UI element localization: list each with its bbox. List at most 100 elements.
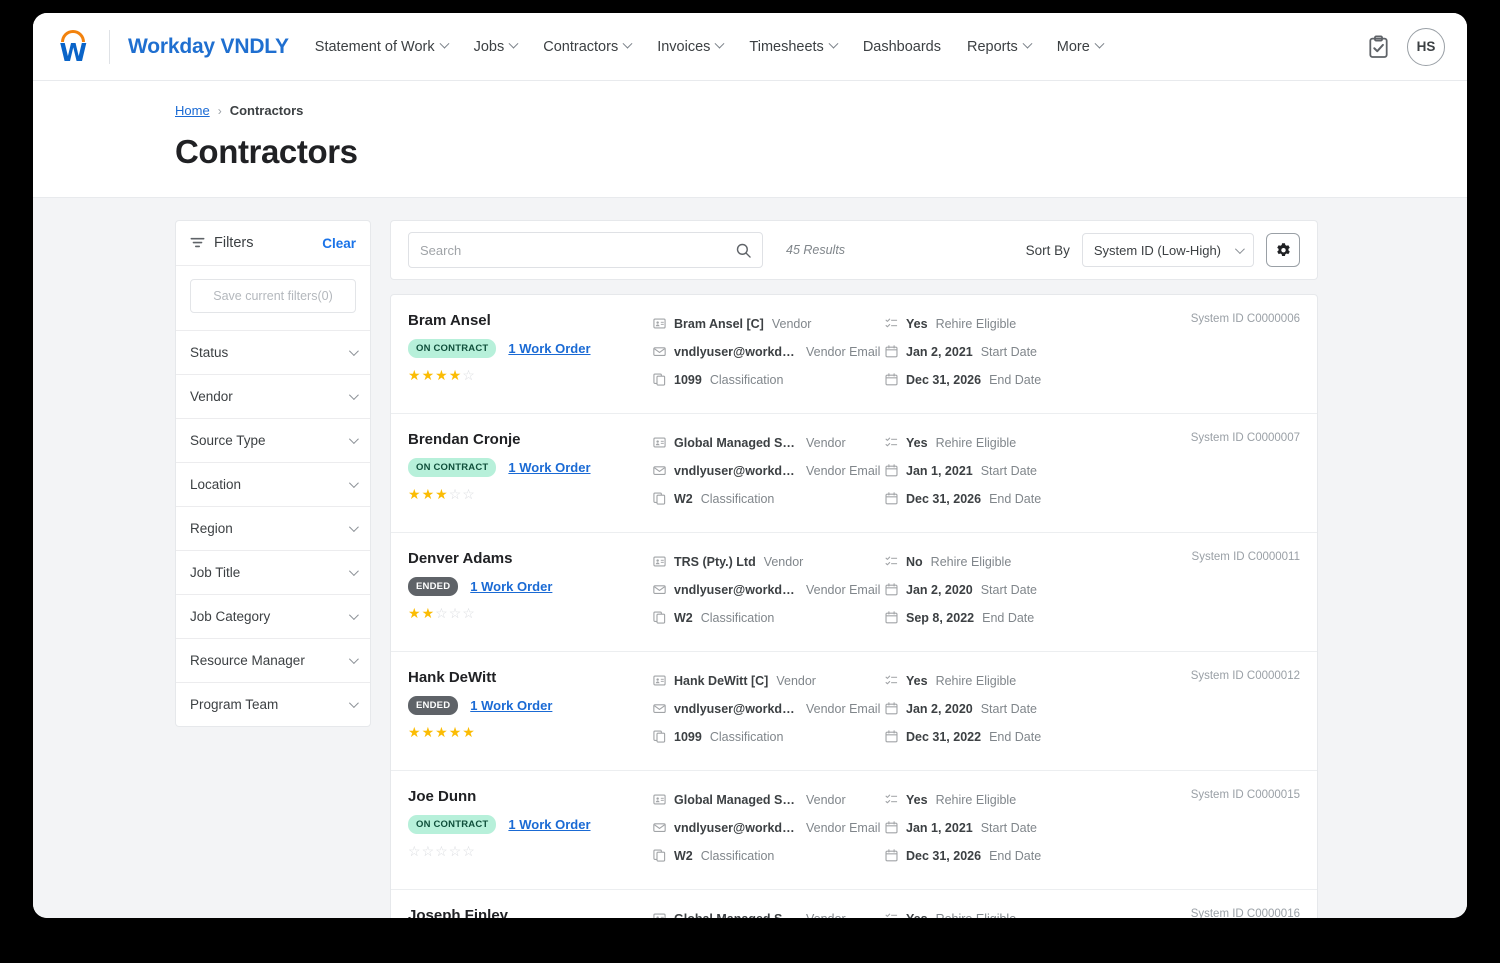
star-icon[interactable]: ☆ xyxy=(449,487,462,501)
clipboard-check-icon[interactable] xyxy=(1368,35,1389,59)
contractor-row[interactable]: Hank DeWitt ENDED 1 Work Order ★ ★ ★ ★ ★ Hank De… xyxy=(391,652,1317,771)
star-icon[interactable]: ★ xyxy=(449,368,462,382)
rating-stars[interactable]: ★ ★ ☆ ☆ ☆ xyxy=(408,606,653,620)
contractor-name[interactable]: Bram Ansel xyxy=(408,312,653,329)
start-date: Jan 2, 2020 Start Date xyxy=(885,697,1135,720)
contractor-name[interactable]: Brendan Cronje xyxy=(408,431,653,448)
contractor-name[interactable]: Hank DeWitt xyxy=(408,669,653,686)
avatar[interactable]: HS xyxy=(1407,27,1445,66)
contractor-name[interactable]: Joe Dunn xyxy=(408,788,653,805)
filter-group-source-type[interactable]: Source Type xyxy=(176,419,370,463)
filter-group-job-title[interactable]: Job Title xyxy=(176,551,370,595)
star-icon[interactable]: ★ xyxy=(422,368,435,382)
calendar-icon xyxy=(885,730,898,743)
page-body: Filters Clear Save current filters(0) St… xyxy=(33,198,1467,918)
nav-item-reports[interactable]: Reports xyxy=(967,39,1033,55)
classification-value: W2 xyxy=(674,848,693,863)
contractor-row[interactable]: Bram Ansel ON CONTRACT 1 Work Order ★ ★ ★ ★ ☆ Br… xyxy=(391,295,1317,414)
sort-by-select[interactable]: System ID (Low-High) xyxy=(1081,233,1254,267)
star-icon[interactable]: ★ xyxy=(435,368,448,382)
filter-group-region[interactable]: Region xyxy=(176,507,370,551)
star-icon[interactable]: ☆ xyxy=(462,368,475,382)
star-icon[interactable]: ☆ xyxy=(435,606,448,620)
rating-stars[interactable]: ★ ★ ★ ★ ★ xyxy=(408,725,653,739)
nav-item-statement-of-work[interactable]: Statement of Work xyxy=(315,38,450,55)
brand-title[interactable]: Workday VNDLY xyxy=(128,35,289,59)
rehire-eligible-icon xyxy=(885,437,898,447)
filter-group-label: Job Category xyxy=(190,609,271,624)
work-order-link[interactable]: 1 Work Order xyxy=(508,341,590,356)
star-icon[interactable]: ★ xyxy=(435,725,448,739)
nav-item-jobs[interactable]: Jobs xyxy=(474,39,519,55)
contractor-vendor-info: Hank DeWitt [C] Vendor vndlyuser@workdayd…… xyxy=(653,669,885,753)
filter-group-job-category[interactable]: Job Category xyxy=(176,595,370,639)
star-icon[interactable]: ★ xyxy=(408,368,421,382)
breadcrumb-home[interactable]: Home xyxy=(175,103,210,118)
star-icon[interactable]: ★ xyxy=(422,725,435,739)
search-box[interactable] xyxy=(408,232,763,268)
vendor-email-label: Vendor Email xyxy=(806,344,881,359)
star-icon[interactable]: ☆ xyxy=(462,487,475,501)
vendor-email-label: Vendor Email xyxy=(806,820,881,835)
star-icon[interactable]: ☆ xyxy=(462,606,475,620)
nav-right-actions: HS xyxy=(1368,27,1445,66)
search-icon[interactable] xyxy=(736,243,751,258)
star-icon[interactable]: ★ xyxy=(449,725,462,739)
work-order-link[interactable]: 1 Work Order xyxy=(470,579,552,594)
star-icon[interactable]: ★ xyxy=(422,487,435,501)
star-icon[interactable]: ☆ xyxy=(462,844,475,858)
star-icon[interactable]: ★ xyxy=(408,487,421,501)
star-icon[interactable]: ☆ xyxy=(449,844,462,858)
vendor-id-icon xyxy=(653,913,666,918)
vendor-value: Bram Ansel [C] xyxy=(674,316,764,331)
star-icon[interactable]: ☆ xyxy=(435,844,448,858)
nav-item-dashboards[interactable]: Dashboards xyxy=(863,39,941,55)
rehire-eligible-label: Rehire Eligible xyxy=(935,792,1017,807)
work-order-link[interactable]: 1 Work Order xyxy=(470,698,552,713)
contractor-name[interactable]: Denver Adams xyxy=(408,550,653,567)
work-order-link[interactable]: 1 Work Order xyxy=(508,460,590,475)
rating-stars[interactable]: ☆ ☆ ☆ ☆ ☆ xyxy=(408,844,653,858)
filter-group-label: Program Team xyxy=(190,697,279,712)
clear-filters-link[interactable]: Clear xyxy=(322,236,356,251)
filter-group-program-team[interactable]: Program Team xyxy=(176,683,370,726)
nav-item-invoices[interactable]: Invoices xyxy=(657,39,725,55)
workday-logo[interactable]: W xyxy=(51,29,95,65)
star-icon[interactable]: ★ xyxy=(408,606,421,620)
star-icon[interactable]: ☆ xyxy=(422,844,435,858)
contractor-name[interactable]: Joseph Finley xyxy=(408,907,653,918)
start-date-value: Jan 1, 2021 xyxy=(906,463,973,478)
rating-stars[interactable]: ★ ★ ★ ☆ ☆ xyxy=(408,487,653,501)
system-id: System ID C0000007 xyxy=(1190,432,1300,444)
filter-group-status[interactable]: Status xyxy=(176,331,370,375)
work-order-link[interactable]: 1 Work Order xyxy=(508,817,590,832)
nav-item-timesheets[interactable]: Timesheets xyxy=(749,39,839,55)
end-date-label: End Date xyxy=(989,729,1042,744)
star-icon[interactable]: ★ xyxy=(408,725,421,739)
search-input[interactable] xyxy=(420,242,728,258)
star-icon[interactable]: ★ xyxy=(422,606,435,620)
star-icon[interactable]: ★ xyxy=(435,487,448,501)
nav-item-contractors[interactable]: Contractors xyxy=(543,39,633,55)
star-icon[interactable]: ☆ xyxy=(408,844,421,858)
contractor-row[interactable]: Denver Adams ENDED 1 Work Order ★ ★ ☆ ☆ ☆ TRS (P… xyxy=(391,533,1317,652)
filter-group-location[interactable]: Location xyxy=(176,463,370,507)
star-icon[interactable]: ☆ xyxy=(449,606,462,620)
chevron-down-icon xyxy=(439,38,450,49)
contractor-row[interactable]: Brendan Cronje ON CONTRACT 1 Work Order ★ ★ ★… xyxy=(391,414,1317,533)
contractor-vendor-info: Global Managed StaffingVendorvndlyuser@w… xyxy=(653,907,885,918)
page-header: Home › Contractors Contractors xyxy=(33,81,1467,198)
vendor-email-label: Vendor Email xyxy=(806,701,881,716)
vendor-label: Vendor xyxy=(806,792,846,807)
vendor-value: Hank DeWitt [C] xyxy=(674,673,769,688)
star-icon[interactable]: ★ xyxy=(462,725,475,739)
contractor-row[interactable]: Joseph FinleyON CONTRACT1 Work Order☆☆☆☆… xyxy=(391,890,1317,918)
nav-item-more[interactable]: More xyxy=(1057,39,1105,55)
rating-stars[interactable]: ★ ★ ★ ★ ☆ xyxy=(408,368,653,382)
rehire-eligible-label: Rehire Eligible xyxy=(936,912,1017,919)
filter-group-vendor[interactable]: Vendor xyxy=(176,375,370,419)
column-settings-button[interactable] xyxy=(1266,233,1300,267)
contractor-row[interactable]: Joe Dunn ON CONTRACT 1 Work Order ☆ ☆ ☆ ☆ ☆ Glob… xyxy=(391,771,1317,890)
save-current-filters-button[interactable]: Save current filters(0) xyxy=(190,279,356,313)
filter-group-resource-manager[interactable]: Resource Manager xyxy=(176,639,370,683)
